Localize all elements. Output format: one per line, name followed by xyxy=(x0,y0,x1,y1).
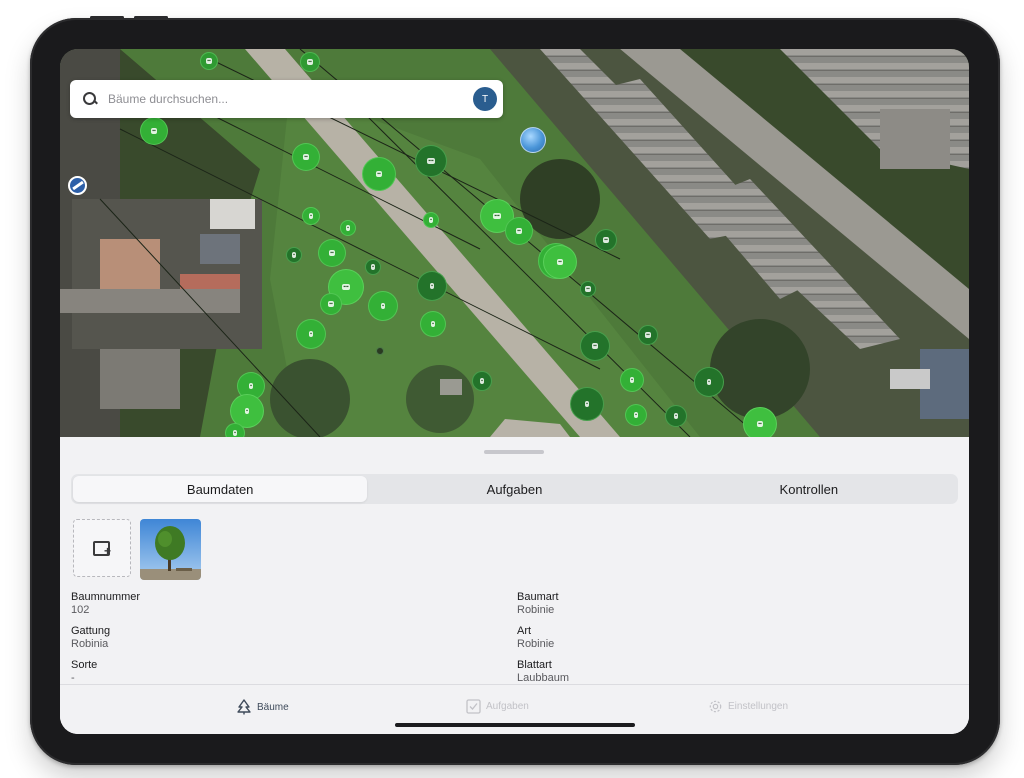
photo-strip xyxy=(73,519,201,580)
tab-baumdaten[interactable]: Baumdaten xyxy=(73,476,368,502)
tree-marker[interactable]: ▪▪ xyxy=(505,217,533,245)
tree-marker[interactable]: ▪▪ xyxy=(543,245,577,279)
tab-baeume[interactable]: Bäume xyxy=(236,699,289,715)
field-value: Robinie xyxy=(517,638,555,650)
tab-aufgaben[interactable]: Aufgaben xyxy=(367,476,661,502)
gear-icon xyxy=(709,700,722,713)
tree-marker[interactable]: ▪ xyxy=(620,368,644,392)
tree-marker[interactable]: ▪▪▪ xyxy=(415,145,447,177)
checkbox-icon xyxy=(466,699,481,714)
search-input[interactable] xyxy=(108,92,473,106)
tab-label: Bäume xyxy=(257,701,289,713)
satellite-map[interactable]: ▪▪ ▪▪ ▪▪ ▪▪ ▪▪ ▪▪▪ ▪ ▪ ▪ ▪▪▪ ▪▪ ▪ ▪▪ ▪ ▪… xyxy=(60,49,969,437)
volume-button xyxy=(90,16,124,19)
tree-marker[interactable]: ▪ xyxy=(417,271,447,301)
field-label: Blattart xyxy=(517,659,552,671)
tree-icon xyxy=(237,699,251,715)
location-marker-icon[interactable] xyxy=(520,127,546,153)
add-photo-button[interactable] xyxy=(73,519,131,577)
field-gattung: Gattung Robinia xyxy=(71,625,110,651)
tab-aufgaben-nav[interactable]: Aufgaben xyxy=(466,699,529,714)
volume-button xyxy=(134,16,168,19)
add-image-icon xyxy=(93,540,111,558)
tree-marker[interactable]: ▪▪ xyxy=(638,325,658,345)
field-art: Art Robinie xyxy=(517,625,554,651)
tree-marker[interactable] xyxy=(376,347,384,355)
field-label: Gattung xyxy=(71,625,111,637)
compass-icon[interactable] xyxy=(68,176,87,195)
field-value: 102 xyxy=(71,604,90,616)
tree-marker[interactable]: ▪ xyxy=(694,367,724,397)
tree-marker[interactable]: ▪ xyxy=(472,371,492,391)
tab-label: Aufgaben xyxy=(486,701,529,712)
app-screen: ▪▪ ▪▪ ▪▪ ▪▪ ▪▪ ▪▪▪ ▪ ▪ ▪ ▪▪▪ ▪▪ ▪ ▪▪ ▪ ▪… xyxy=(60,49,969,734)
tree-marker[interactable]: ▪ xyxy=(365,259,381,275)
field-blattart: Blattart Laubbaum xyxy=(517,659,569,685)
tree-marker[interactable]: ▪ xyxy=(302,207,320,225)
tab-kontrollen[interactable]: Kontrollen xyxy=(662,476,956,502)
tree-photo-icon xyxy=(140,519,201,580)
search-icon xyxy=(82,91,98,107)
tree-marker[interactable]: ▪ xyxy=(296,319,326,349)
search-bar[interactable]: T xyxy=(70,80,503,118)
tree-marker[interactable]: ▪ xyxy=(225,423,245,437)
tree-marker[interactable]: ▪ xyxy=(423,212,439,228)
tree-marker[interactable]: ▪▪ xyxy=(200,52,218,70)
field-label: Sorte xyxy=(71,659,98,671)
sheet-grabber[interactable] xyxy=(484,450,544,454)
field-baumart: Baumart Robinie xyxy=(517,591,559,617)
tree-marker[interactable]: ▪▪ xyxy=(580,331,610,361)
tree-marker[interactable]: ▪ xyxy=(570,387,604,421)
tab-label: Einstellungen xyxy=(728,701,789,712)
field-label: Art xyxy=(517,625,532,637)
tree-marker[interactable]: ▪▪ xyxy=(320,293,342,315)
tree-marker[interactable]: ▪ xyxy=(368,291,398,321)
tree-marker[interactable]: ▪▪ xyxy=(318,239,346,267)
tree-marker[interactable]: ▪ xyxy=(340,220,356,236)
tree-marker[interactable]: ▪▪ xyxy=(292,143,320,171)
detail-tab-control: Baumdaten Aufgaben Kontrollen xyxy=(71,474,958,504)
tree-marker[interactable]: ▪▪ xyxy=(580,281,596,297)
tree-marker[interactable]: ▪ xyxy=(665,405,687,427)
tree-marker[interactable]: ▪▪ xyxy=(743,407,777,437)
tab-einstellungen[interactable]: Einstellungen xyxy=(708,699,788,714)
tree-photo-thumbnail[interactable] xyxy=(140,519,201,580)
tree-marker[interactable]: ▪▪ xyxy=(595,229,617,251)
tree-marker[interactable]: ▪▪ xyxy=(140,117,168,145)
tree-marker[interactable]: ▪▪ xyxy=(300,52,320,72)
field-label: Baumnummer xyxy=(71,591,141,603)
field-baumnummer: Baumnummer 102 xyxy=(71,591,140,617)
tree-marker[interactable]: ▪ xyxy=(286,247,302,263)
field-value: Robinia xyxy=(71,638,109,650)
field-value: Robinie xyxy=(517,604,555,616)
tree-marker[interactable]: ▪ xyxy=(625,404,647,426)
tree-marker[interactable]: ▪▪ xyxy=(362,157,396,191)
home-indicator xyxy=(395,723,635,727)
field-label: Baumart xyxy=(517,591,559,603)
avatar[interactable]: T xyxy=(473,87,497,111)
field-sorte: Sorte - xyxy=(71,659,97,685)
tree-marker[interactable]: ▪ xyxy=(420,311,446,337)
